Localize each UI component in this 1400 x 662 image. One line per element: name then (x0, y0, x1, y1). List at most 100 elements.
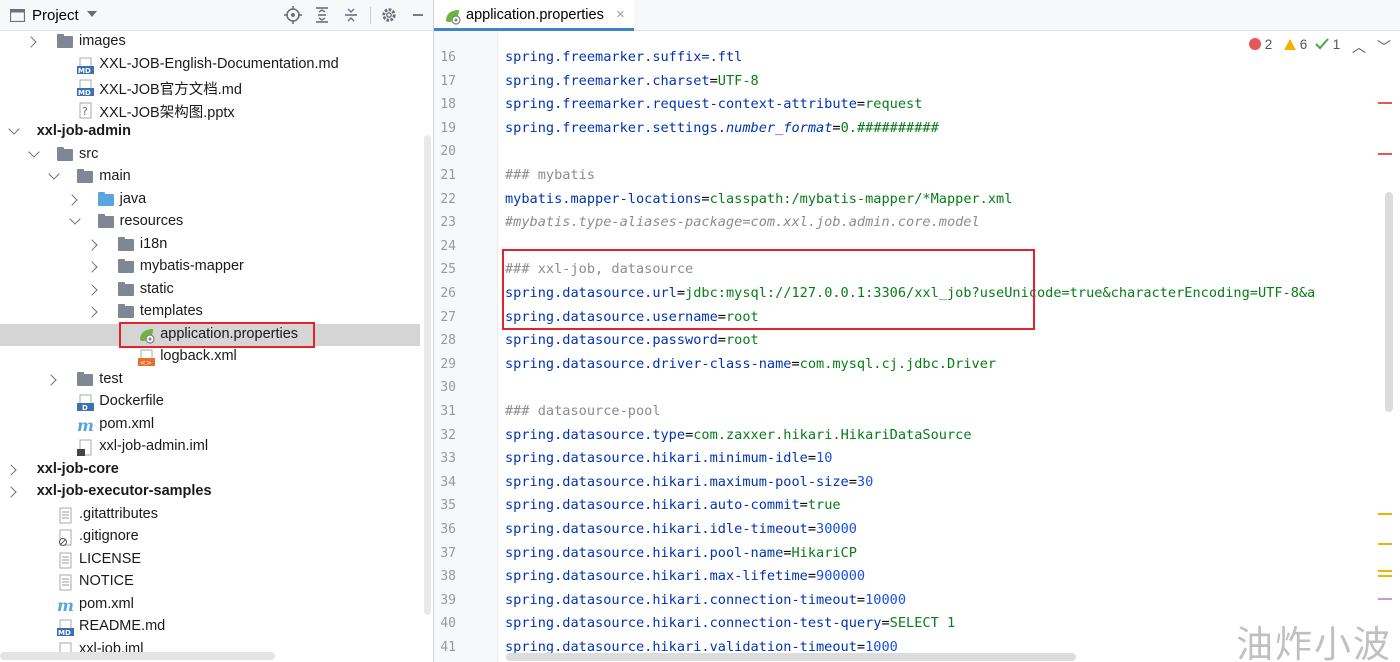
warning-count[interactable]: 6 (1284, 37, 1307, 52)
error-count[interactable]: 2 (1249, 37, 1272, 52)
tree-row[interactable]: xxl-job-admin.iml (0, 436, 420, 459)
collapse-all-icon[interactable] (342, 6, 360, 24)
tab-application-properties[interactable]: application.properties × (434, 0, 634, 31)
tree-row[interactable]: .gitattributes (0, 504, 420, 527)
chevron-right-icon[interactable] (45, 373, 57, 386)
project-title[interactable]: Project (32, 7, 79, 24)
warning-stripe[interactable] (1378, 575, 1392, 577)
warning-stripe[interactable] (1378, 513, 1392, 515)
tree-row[interactable]: xxl-job-admin (0, 121, 420, 144)
code-line[interactable]: spring.freemarker.suffix=.ftl (505, 49, 742, 65)
chevron-right-icon[interactable] (86, 306, 98, 318)
tree-row[interactable]: resources (0, 211, 420, 234)
chevron-right-icon[interactable] (86, 283, 98, 296)
previous-highlight-icon[interactable]: ︿ (1352, 37, 1366, 57)
tree-scrollbar-thumb[interactable] (424, 135, 431, 615)
code-line[interactable]: spring.datasource.hikari.idle-timeout=30… (505, 521, 857, 537)
tree-row[interactable]: xxl-job-executor-samples (0, 481, 420, 504)
locate-icon[interactable] (284, 6, 302, 24)
tree-row[interactable]: .gitignore (0, 526, 420, 549)
tree-row[interactable]: MD XXL-JOB官方文档.md (0, 76, 420, 99)
code-line[interactable]: spring.datasource.hikari.max-lifetime=90… (505, 568, 865, 584)
code-line[interactable]: ### mybatis (505, 167, 595, 183)
code-line[interactable]: spring.datasource.type=com.zaxxer.hikari… (505, 427, 972, 443)
tree-row[interactable]: src (0, 144, 420, 167)
code-token: 10000 (865, 591, 907, 608)
tree-row[interactable]: i18n (0, 234, 420, 257)
code-token: number_format (725, 119, 833, 136)
code-line[interactable]: spring.datasource.driver-class-name=com.… (505, 356, 996, 372)
chevron-right-icon[interactable] (86, 261, 98, 273)
code-line[interactable]: spring.freemarker.charset=UTF-8 (505, 73, 759, 89)
tree-row[interactable]: <> logback.xml (0, 346, 420, 369)
code-line[interactable]: spring.datasource.hikari.connection-test… (505, 615, 955, 631)
chevron-right-icon[interactable] (5, 463, 17, 476)
info-stripe[interactable] (1378, 598, 1392, 600)
code-token: mybatis.mapper-locations (505, 190, 702, 207)
tree-row[interactable]: m pom.xml (0, 414, 420, 437)
chevron-right-icon[interactable] (25, 36, 37, 48)
typo-count-value: 1 (1332, 37, 1341, 52)
tree-row[interactable]: ? XXL-JOB架构图.pptx (0, 99, 420, 122)
error-stripe[interactable] (1378, 153, 1392, 155)
code-line[interactable]: mybatis.mapper-locations=classpath:/myba… (505, 191, 1012, 207)
chevron-down-icon[interactable] (87, 11, 97, 17)
tree-row[interactable]: LICENSE (0, 549, 420, 572)
tree-row[interactable]: java (0, 189, 420, 212)
tree-row[interactable]: MD README.md (0, 616, 420, 639)
chevron-right-icon[interactable] (86, 238, 98, 251)
code-line[interactable]: spring.freemarker.request-context-attrib… (505, 96, 922, 112)
chevron-right-icon[interactable] (65, 193, 78, 206)
expand-all-icon[interactable] (313, 6, 331, 24)
hide-icon[interactable] (409, 6, 427, 24)
tree-item-label: xxl-job-admin.iml (99, 438, 209, 454)
chevron-right-icon[interactable] (5, 486, 17, 498)
next-highlight-icon[interactable]: ﹀ (1377, 37, 1391, 57)
code-token: spring.datasource.hikari.maximum-pool-si… (505, 473, 849, 490)
warning-stripe[interactable] (1378, 543, 1392, 545)
code-line[interactable]: ### datasource-pool (505, 403, 661, 419)
tree-row[interactable]: xxl-job-core (0, 459, 420, 482)
editor-scrollbar-thumb[interactable] (1385, 192, 1393, 412)
editor-horizontal-scrollbar[interactable] (506, 653, 1076, 661)
tree-row[interactable]: mybatis-mapper (0, 256, 420, 279)
code-token: 900000 (816, 568, 866, 585)
code-line[interactable]: spring.datasource.hikari.minimum-idle=10 (505, 450, 832, 466)
tree-row[interactable]: MD XXL-JOB-English-Documentation.md (0, 54, 420, 77)
folder-icon (77, 169, 94, 183)
tree-row[interactable]: templates (0, 301, 420, 324)
tree-row[interactable]: images (0, 31, 420, 54)
code-line[interactable]: spring.datasource.hikari.auto-commit=tru… (505, 497, 841, 513)
line-number: 41 (440, 640, 456, 655)
typo-count[interactable]: 1 (1315, 37, 1340, 52)
tree-row[interactable]: D Dockerfile (0, 391, 420, 414)
tree-item-label: static (139, 280, 174, 297)
xml-file-icon: <> (138, 349, 156, 366)
code-line[interactable]: spring.datasource.hikari.connection-time… (505, 592, 906, 608)
code-token: root (725, 332, 759, 349)
code-token: request (865, 96, 923, 113)
chevron-down-icon[interactable] (48, 168, 60, 180)
code-line[interactable]: spring.datasource.hikari.maximum-pool-si… (505, 474, 873, 490)
code-line[interactable]: spring.datasource.password=root (505, 332, 759, 348)
code-line[interactable]: spring.datasource.hikari.pool-name=Hikar… (505, 545, 857, 561)
tree-row[interactable]: m pom.xml (0, 594, 420, 617)
tree-row[interactable]: test (0, 369, 420, 392)
code-line[interactable]: #mybatis.type-aliases-package=com.xxl.jo… (505, 214, 980, 230)
code-line[interactable]: spring.freemarker.settings.number_format… (505, 120, 939, 136)
gear-icon[interactable] (380, 6, 398, 24)
error-stripe[interactable] (1378, 102, 1392, 104)
tree-horizontal-scrollbar[interactable] (0, 652, 275, 660)
chevron-down-icon[interactable] (8, 123, 20, 135)
warning-stripe[interactable] (1378, 570, 1392, 572)
chevron-down-icon[interactable] (68, 213, 81, 225)
line-number: 35 (440, 498, 456, 514)
tree-row[interactable]: static (0, 279, 420, 302)
tree-row[interactable]: main (0, 166, 420, 189)
folder-icon (57, 146, 73, 161)
chevron-down-icon[interactable] (28, 145, 40, 158)
close-icon[interactable]: × (616, 6, 625, 23)
tree-row[interactable]: NOTICE (0, 571, 420, 594)
code-token: classpath:/mybatis-mapper/*Mapper.xml (709, 190, 1013, 207)
code-token: = (799, 497, 808, 514)
